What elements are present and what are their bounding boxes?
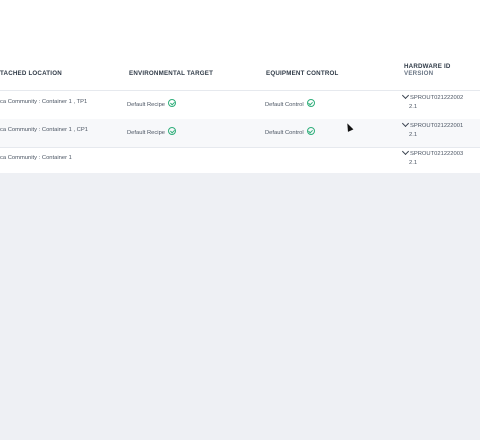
table-row[interactable]: ca Community : Container 1 , TP1 Default… [0,91,480,120]
check-circle-icon [168,127,177,135]
check-circle-icon [168,99,177,107]
target-link[interactable]: Default Recipe [127,102,165,108]
location-cell: ca Community : Container 1 , CP1 [0,127,88,133]
table-header: TACHED LOCATION ENVIRONMENTAL TARGET EQU… [0,54,480,91]
header-environmental-target[interactable]: ENVIRONMENTAL TARGET [129,70,213,77]
header-attached-location[interactable]: TACHED LOCATION [0,70,62,77]
check-circle-icon [306,99,315,107]
environmental-target-cell: Default Recipe [127,127,177,136]
control-link[interactable]: Default Control [265,102,304,108]
hardware-id-cell: SPROUT021222001 [401,119,464,129]
location-cell: ca Community : Container 1 [0,155,72,161]
check-circle-icon [306,127,315,135]
version: 2.1 [409,132,418,138]
equipment-control-cell: Default Control [265,99,315,108]
hardware-id: SPROUT021222001 [410,123,464,129]
version: 2.1 [409,160,418,166]
chevron-down-icon[interactable] [401,119,410,128]
chevron-down-icon[interactable] [401,91,410,100]
version: 2.1 [409,104,418,110]
header-hardware-id[interactable]: HARDWARE ID [404,63,451,70]
hardware-id: SPROUT021222002 [410,95,464,101]
hardware-id: SPROUT021222003 [410,151,464,157]
location-cell: ca Community : Container 1 , TP1 [0,99,88,105]
target-link[interactable]: Default Recipe [127,130,165,136]
equipment-control-cell: Default Control [265,127,315,136]
control-link[interactable]: Default Control [265,130,304,136]
environmental-target-cell: Default Recipe [127,99,177,108]
table-row[interactable]: ca Community : Container 1 SPROUT0212220… [0,147,480,173]
top-bar [0,0,480,55]
hardware-id-cell: SPROUT021222003 [401,147,464,157]
devices-table: TACHED LOCATION ENVIRONMENTAL TARGET EQU… [0,54,480,173]
table-row[interactable]: ca Community : Container 1 , CP1 Default… [0,119,480,148]
hardware-id-cell: SPROUT021222002 [401,91,464,101]
header-version: VERSION [404,70,434,77]
header-equipment-control[interactable]: EQUIPMENT CONTROL [266,70,339,77]
chevron-down-icon[interactable] [401,147,410,156]
